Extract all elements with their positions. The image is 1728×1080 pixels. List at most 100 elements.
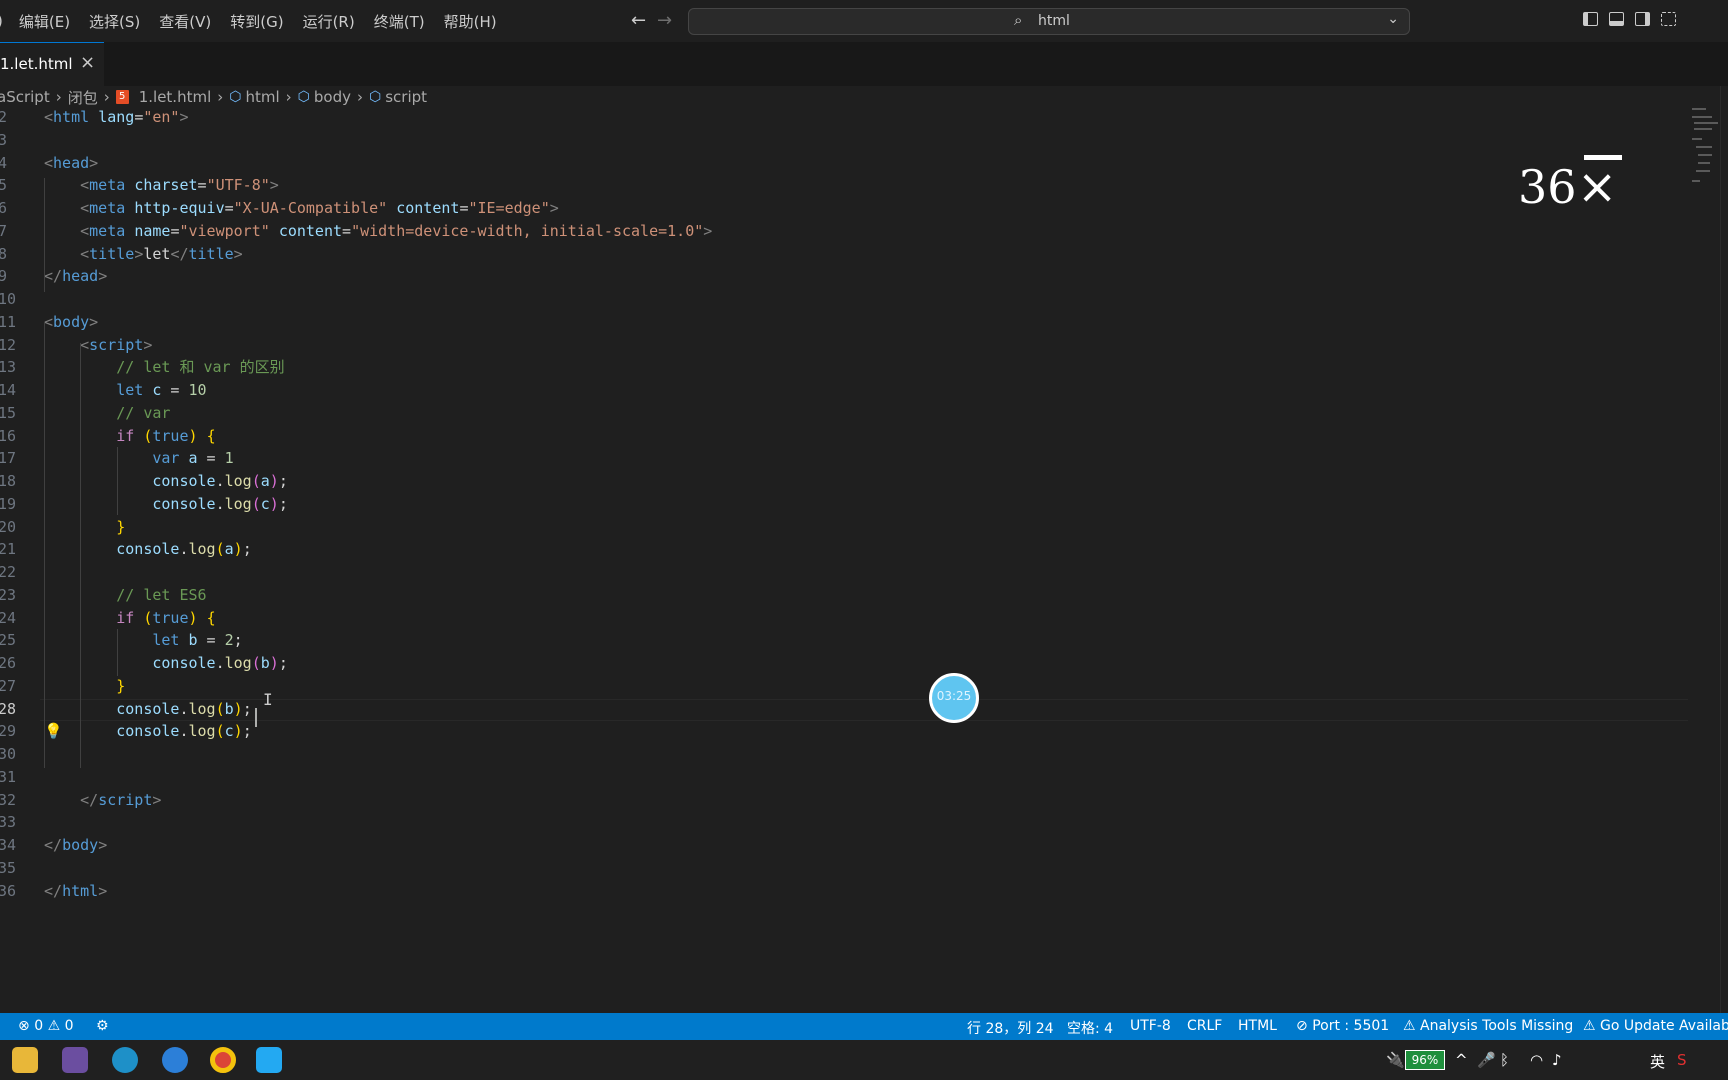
problems-indicator[interactable]: ⊗ 0 ⚠ 0 [18,1018,74,1034]
breadcrumb-item-script[interactable]: script [385,88,427,106]
code-line[interactable]: 23 // let ES6 [0,584,1690,606]
code-line[interactable]: 11 <body> [0,311,1690,333]
code-line[interactable]: 10 [0,288,1690,310]
menu-item-selection[interactable]: 选择(S) [89,11,140,32]
code-line[interactable]: 34 </body> [0,834,1690,856]
edge-alt-icon[interactable] [162,1047,188,1073]
code-line[interactable]: 4 <head> [0,152,1690,174]
breadcrumb-item-html[interactable]: html [245,88,279,106]
battery-indicator[interactable]: 96% [1405,1050,1445,1070]
code-line[interactable]: 18 console.log(a); [0,470,1690,492]
breadcrumb-item-folder[interactable]: aScript [0,88,50,106]
code-line[interactable]: 8 <title>let</title> [0,243,1690,265]
file-explorer-icon[interactable] [12,1047,38,1073]
code-line[interactable]: 36 </html> [0,880,1690,902]
code-line[interactable]: 9 </head> [0,265,1690,287]
chevron-down-icon[interactable]: ⌄ [1387,11,1399,27]
menu-item-help[interactable]: 帮助(H) [444,11,497,32]
line-number: 2 [0,108,8,126]
code-line[interactable]: 12 <script> [0,334,1690,356]
code-line[interactable]: 19 console.log(c); [0,493,1690,515]
customize-layout-icon[interactable] [1661,12,1676,26]
ime-indicator[interactable]: 英 [1650,1051,1665,1072]
line-number: 23 [0,585,17,604]
bluetooth-icon[interactable]: ᛒ [1500,1051,1509,1069]
forward-arrow-icon[interactable]: → [657,10,672,31]
code-line[interactable]: 22 [0,561,1690,583]
code-text: if (true) { [116,426,216,445]
language-mode[interactable]: HTML [1238,1018,1277,1034]
error-icon: ⊗ [18,1018,30,1034]
code-line[interactable]: 20 } [0,516,1690,538]
indent-guide [80,343,81,768]
indentation[interactable]: 空格: 4 [1067,1018,1113,1038]
code-line[interactable]: 25 let b = 2; [0,629,1690,651]
indent-guide [44,323,45,768]
close-icon[interactable]: × [80,52,95,73]
code-line[interactable]: 32 </script> [0,789,1690,811]
line-number: 30 [0,745,17,763]
tab-bar: 1.let.html × [0,42,1728,86]
command-center-search[interactable]: ⌕ html ⌄ [688,8,1410,35]
go-update-status[interactable]: ⚠ Go Update Available [1583,1018,1728,1034]
code-text: // var [116,403,171,422]
wifi-icon[interactable]: ◠ [1530,1051,1543,1069]
microphone-icon[interactable]: 🎤 [1477,1051,1496,1069]
toggle-secondary-sidebar-icon[interactable] [1635,12,1650,26]
volume-icon[interactable]: ♪ [1552,1051,1562,1069]
remote-icon[interactable]: ⚙ [96,1018,109,1034]
code-line[interactable]: 14 let c = 10 [0,379,1690,401]
chevron-right-icon: › [217,88,224,106]
menu-item-partial[interactable]: ) [0,12,3,30]
menu-item-run[interactable]: 运行(R) [303,11,355,32]
live-server-port[interactable]: ⊘ Port : 5501 [1296,1018,1389,1034]
tray-overflow-icon[interactable]: ^ [1455,1051,1468,1069]
code-line[interactable]: 6 <meta http-equiv="X-UA-Compatible" con… [0,197,1690,219]
code-line[interactable]: 24 if (true) { [0,607,1690,629]
screen-recorder-icon[interactable] [62,1047,88,1073]
code-text: <title>let</title> [80,244,243,263]
analysis-tools-status[interactable]: ⚠ Analysis Tools Missing [1403,1018,1573,1034]
code-editor[interactable]: 2 <html lang="en"> 3 4 <head> 5 <meta charset… [0,106,1690,1013]
sogou-ime-icon[interactable]: S [1677,1051,1687,1069]
code-line[interactable]: 27 } [0,675,1690,697]
code-line[interactable]: 33 [0,811,1690,833]
code-line[interactable]: 26 console.log(b); [0,652,1690,674]
code-line[interactable]: 3 [0,129,1690,151]
code-line[interactable]: 29 console.log(c); [0,720,1690,742]
edge-browser-icon[interactable] [112,1047,138,1073]
back-arrow-icon[interactable]: ← [631,10,646,31]
menu-item-terminal[interactable]: 终端(T) [374,11,425,32]
menu-item-edit[interactable]: 编辑(E) [19,11,70,32]
menu-item-go[interactable]: 转到(G) [230,11,283,32]
code-line[interactable]: 13 // let 和 var 的区别 [0,356,1690,378]
code-line[interactable]: 7 <meta name="viewport" content="width=d… [0,220,1690,242]
code-line[interactable]: 5 <meta charset="UTF-8"> [0,174,1690,196]
breadcrumb-item-folder-closure[interactable]: 闭包 [68,87,98,108]
overlay-close-icon[interactable]: × [1577,159,1617,215]
minimap[interactable] [1690,106,1720,186]
tab-1-let-html[interactable]: 1.let.html × [0,42,104,86]
chevron-right-icon: › [55,88,62,106]
code-line[interactable]: 30 [0,743,1690,765]
menu-item-view[interactable]: 查看(V) [159,11,211,32]
vscode-icon[interactable] [256,1047,282,1073]
code-line[interactable]: 21 console.log(a); [0,538,1690,560]
breadcrumb-item-file[interactable]: 1.let.html [139,88,212,106]
chrome-icon[interactable] [210,1047,236,1073]
code-line[interactable]: 15 // var [0,402,1690,424]
vertical-scrollbar[interactable] [1720,86,1728,1013]
code-line[interactable]: 2 <html lang="en"> [0,106,1690,128]
toggle-panel-icon[interactable] [1609,12,1624,26]
cursor-position[interactable]: 行 28，列 24 [967,1018,1054,1038]
recording-timer-badge[interactable]: 03:25 [929,673,979,723]
code-line[interactable]: 35 [0,857,1690,879]
breadcrumb-item-body[interactable]: body [314,88,351,106]
lightbulb-icon[interactable]: 💡 [44,722,63,740]
code-line[interactable]: 17 var a = 1 [0,447,1690,469]
toggle-primary-sidebar-icon[interactable] [1583,12,1598,26]
encoding[interactable]: UTF-8 [1130,1018,1171,1034]
line-ending[interactable]: CRLF [1187,1018,1222,1034]
code-line[interactable]: 31 [0,766,1690,788]
code-line[interactable]: 16 if (true) { [0,425,1690,447]
